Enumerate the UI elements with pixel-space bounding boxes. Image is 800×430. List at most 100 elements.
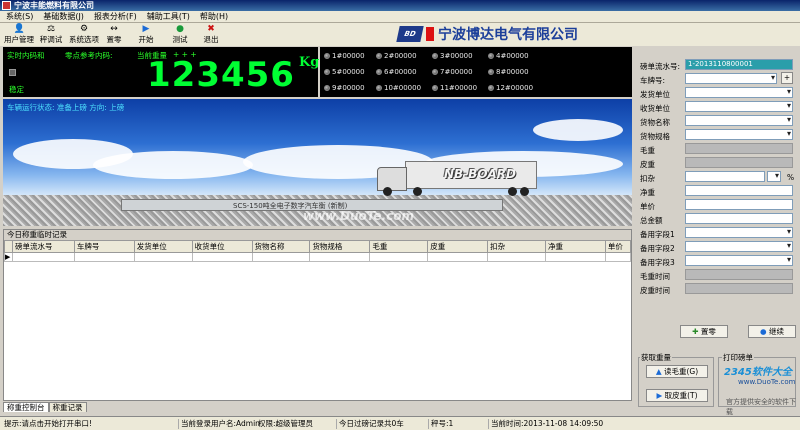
serial-row: 磅单流水号: 1-2013110800001 xyxy=(640,59,796,72)
spare3-label: 备用字段3 xyxy=(640,258,675,267)
column-header[interactable]: 净重 xyxy=(545,240,606,253)
cloud xyxy=(533,119,623,141)
table-cell[interactable] xyxy=(604,252,632,262)
gross-icon: ▲ xyxy=(655,367,662,376)
led-dot-icon xyxy=(376,85,382,91)
continue-button[interactable]: ● 继续 xyxy=(748,325,796,338)
logo-bar xyxy=(426,27,434,41)
column-header[interactable]: 毛重 xyxy=(369,240,429,253)
menu-base-data[interactable]: 基础数据(J) xyxy=(43,11,84,22)
exit-button[interactable]: ✖ 退出 xyxy=(200,24,222,46)
tab-weighing-console[interactable]: 称重控制台 xyxy=(3,402,49,412)
led-dot-icon xyxy=(376,69,382,75)
site-watermark: 2345软件大全 xyxy=(724,367,792,378)
led-dot-icon xyxy=(324,53,330,59)
menu-system[interactable]: 系统(S) xyxy=(6,11,33,22)
goods-spec-select[interactable] xyxy=(685,129,793,140)
deduct-field[interactable] xyxy=(685,171,765,182)
led-8: 8#00000 xyxy=(488,68,529,76)
table-cell[interactable] xyxy=(309,252,371,262)
led-dot-icon xyxy=(324,69,330,75)
column-header[interactable]: 单价 xyxy=(604,240,632,253)
serial-field[interactable]: 1-2013110800001 xyxy=(685,59,793,70)
plate-select[interactable] xyxy=(685,73,777,84)
sender-select[interactable] xyxy=(685,87,793,98)
play-icon: ▶ xyxy=(142,24,150,34)
tab-weighing-records[interactable]: 称重记录 xyxy=(48,402,87,412)
deduct-row: 扣杂 % xyxy=(640,171,796,184)
table-cell[interactable] xyxy=(133,252,193,262)
table-cell[interactable] xyxy=(73,252,135,262)
site-watermark-url: www.DuoTe.com xyxy=(738,378,796,386)
goods-spec-label: 货物规格 xyxy=(640,132,670,141)
form-zero-button[interactable]: ✚ 置零 xyxy=(680,325,728,338)
column-header[interactable]: 扣杂 xyxy=(487,240,546,253)
led-2: 2#00000 xyxy=(376,52,417,60)
get-tare-button[interactable]: ▶ 取皮重(T) xyxy=(646,389,708,402)
column-header[interactable]: 货物名称 xyxy=(251,240,311,253)
tare-field xyxy=(685,157,793,168)
menu-help[interactable]: 帮助(H) xyxy=(200,11,228,22)
column-header[interactable]: 磅单流水号 xyxy=(11,240,75,253)
start-button[interactable]: ▶ 开始 xyxy=(135,24,157,46)
led-dot-icon xyxy=(432,53,438,59)
led-1: 1#00000 xyxy=(324,52,365,60)
column-header[interactable]: 收货单位 xyxy=(191,240,253,253)
scale-debug-button[interactable]: ⚖ 秤调试 xyxy=(37,24,65,46)
test-button[interactable]: ● 测试 xyxy=(169,24,191,46)
tare-row: 皮重 xyxy=(640,157,796,170)
menu-reports[interactable]: 报表分析(F) xyxy=(94,11,137,22)
add-plate-button[interactable]: + xyxy=(781,72,793,84)
spare1-label: 备用字段1 xyxy=(640,230,675,239)
total-row: 总金额 xyxy=(640,213,796,226)
goods-name-label: 货物名称 xyxy=(640,118,670,127)
status-bar: 提示:请点击开始打开串口! 当前登录用户名:Admin 权限:超级管理员 今日过… xyxy=(0,416,800,430)
goods-name-select[interactable] xyxy=(685,115,793,126)
price-field[interactable] xyxy=(685,199,793,210)
window-titlebar: 宁波丰能燃料有限公司 xyxy=(0,0,800,11)
column-header[interactable]: 发货单位 xyxy=(133,240,193,253)
zero-button[interactable]: ↔ 置零 xyxy=(103,24,125,46)
table-cell[interactable] xyxy=(427,252,489,262)
user-manage-button[interactable]: 👤 用户管理 xyxy=(2,24,36,46)
gross-time-field xyxy=(685,269,793,280)
table-cell[interactable] xyxy=(369,252,429,262)
company-name: 宁波博达电气有限公司 xyxy=(438,27,578,43)
spare1-select[interactable] xyxy=(685,227,793,238)
deduct-type-select[interactable] xyxy=(767,171,781,182)
table-cell[interactable] xyxy=(545,252,606,262)
column-header[interactable]: 货物规格 xyxy=(309,240,371,253)
column-header[interactable]: 皮重 xyxy=(427,240,489,253)
table-cell[interactable] xyxy=(487,252,546,262)
column-header[interactable]: 车牌号 xyxy=(73,240,135,253)
status-count: 今日过磅记录共0车 xyxy=(336,419,404,429)
spare3-select[interactable] xyxy=(685,255,793,266)
read-gross-button[interactable]: ▲ 读毛重(G) xyxy=(646,365,708,378)
table-cell[interactable] xyxy=(191,252,253,262)
zero-icon: ↔ xyxy=(110,24,118,34)
records-table[interactable]: 磅单流水号 车牌号 发货单位 收货单位 货物名称 货物规格 毛重 皮重 扣杂 净… xyxy=(4,240,632,262)
menu-tools[interactable]: 辅助工具(T) xyxy=(147,11,190,22)
gross-row: 毛重 xyxy=(640,143,796,156)
net-field[interactable] xyxy=(685,185,793,196)
weight-display: 实时内码和 零点参考内码: 当前重量 + + + 123456 Kg 稳定 xyxy=(3,47,319,97)
total-field[interactable] xyxy=(685,213,793,224)
spare3-row: 备用字段3 xyxy=(640,255,796,268)
stable-indicator xyxy=(9,69,16,76)
site-watermark-slogan: 官方提供安全的软件下载 xyxy=(726,398,796,416)
table-cell[interactable] xyxy=(11,252,75,262)
test-icon: ● xyxy=(176,24,184,34)
weight-value: 123456 xyxy=(147,55,295,95)
spare2-row: 备用字段2 xyxy=(640,241,796,254)
row-pointer-icon: ▶ xyxy=(4,252,13,262)
spare2-select[interactable] xyxy=(685,241,793,252)
app-icon xyxy=(2,1,11,10)
led-dot-icon xyxy=(432,85,438,91)
led-7: 7#00000 xyxy=(432,68,473,76)
table-row[interactable]: ▶ xyxy=(4,252,632,262)
trailer-text: NB-BOARD xyxy=(444,167,517,181)
system-options-button[interactable]: ⚙ 系统选项 xyxy=(67,24,101,46)
table-cell[interactable] xyxy=(251,252,311,262)
receiver-select[interactable] xyxy=(685,101,793,112)
sender-row: 发货单位 xyxy=(640,87,796,100)
